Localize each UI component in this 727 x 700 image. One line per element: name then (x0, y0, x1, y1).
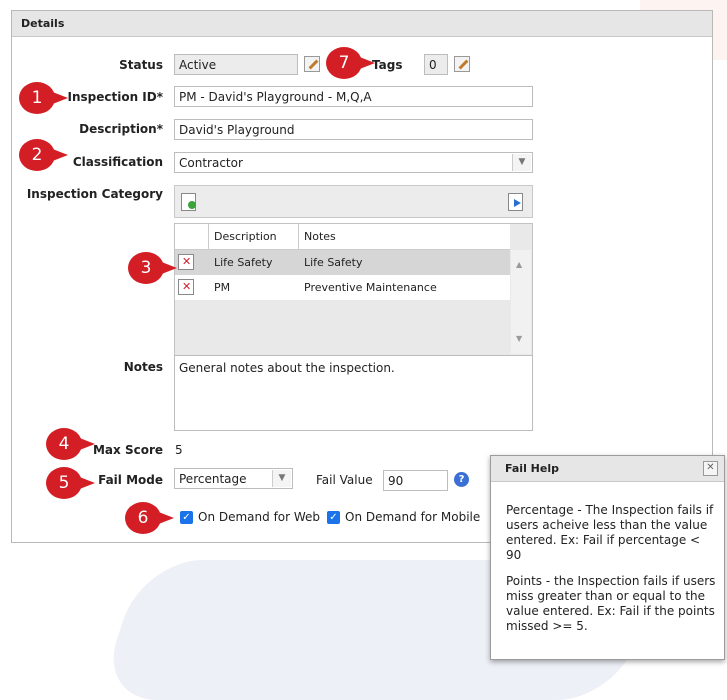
notes-textarea[interactable]: General notes about the inspection. (174, 355, 533, 431)
fail-value-input[interactable]: 90 (383, 470, 448, 491)
row-description: Life Safety (214, 256, 273, 269)
max-score-value: 5 (175, 443, 183, 457)
edit-tags-icon[interactable] (454, 56, 470, 72)
fail-value-label: Fail Value (316, 473, 373, 487)
row-notes: Life Safety (304, 256, 363, 269)
on-demand-mobile-label: On Demand for Mobile (345, 510, 481, 524)
grid-row-action (175, 250, 209, 275)
scroll-up-icon[interactable]: ▲ (516, 260, 522, 269)
add-category-icon[interactable] (181, 193, 196, 211)
status-field: Active (174, 54, 298, 75)
inspection-category-label: Inspection Category (26, 187, 163, 201)
fail-mode-select[interactable]: Percentage ▼ (174, 468, 293, 489)
fail-help-popup: Fail Help ✕ Percentage - The Inspection … (490, 455, 725, 660)
help-icon[interactable]: ? (454, 472, 469, 487)
category-grid: Description Notes Life Safety Life Safet… (174, 223, 533, 356)
callout-badge: 5 (46, 467, 95, 499)
on-demand-mobile-checkbox[interactable]: ✓ (327, 511, 340, 524)
row-notes: Preventive Maintenance (304, 281, 437, 294)
callout-badge: 1 (19, 82, 68, 114)
fail-mode-value: Percentage (179, 472, 247, 486)
callout-badge: 4 (46, 428, 95, 460)
callout-badge: 2 (19, 139, 68, 171)
grid-header-action (175, 224, 209, 249)
classification-value: Contractor (179, 156, 243, 170)
scroll-down-icon[interactable]: ▼ (516, 334, 522, 343)
description-input[interactable]: David's Playground (174, 119, 533, 140)
classification-select[interactable]: Contractor ▼ (174, 152, 533, 173)
grid-scrollbar[interactable]: ▲ ▼ (511, 250, 531, 354)
export-icon[interactable] (508, 193, 523, 211)
category-toolbar (174, 185, 533, 218)
column-header-notes[interactable]: Notes (299, 224, 510, 249)
inspection-id-input[interactable]: PM - David's Playground - M,Q,A (174, 86, 533, 107)
on-demand-web-checkbox[interactable]: ✓ (180, 511, 193, 524)
popup-title: Fail Help (491, 456, 724, 482)
column-header-description[interactable]: Description (209, 224, 299, 249)
fail-help-percentage-text: Percentage - The Inspection fails if use… (506, 503, 714, 562)
arrow-right-icon (514, 199, 521, 207)
tags-count-field: 0 (424, 54, 448, 75)
status-label: Status (119, 58, 163, 72)
row-description: PM (214, 281, 231, 294)
chevron-down-icon[interactable]: ▼ (272, 470, 291, 487)
callout-badge: 6 (125, 502, 174, 534)
callout-badge: 7 (326, 47, 375, 79)
on-demand-web-label: On Demand for Web (198, 510, 321, 524)
grid-row-action (175, 275, 209, 300)
grid-header: Description Notes (175, 224, 510, 250)
notes-label: Notes (123, 360, 163, 374)
delete-icon[interactable] (178, 279, 194, 295)
delete-icon[interactable] (178, 254, 194, 270)
panel-title: Details (12, 11, 712, 37)
fail-help-points-text: Points - the Inspection fails if users m… (506, 574, 716, 633)
table-row[interactable]: Life Safety Life Safety (175, 250, 510, 275)
description-label: Description* (79, 122, 163, 136)
edit-status-icon[interactable] (304, 56, 320, 72)
tags-label: Tags (372, 58, 403, 72)
plus-icon (188, 201, 196, 209)
callout-badge: 3 (128, 252, 177, 284)
chevron-down-icon[interactable]: ▼ (512, 154, 531, 171)
close-icon[interactable]: ✕ (703, 461, 718, 476)
table-row[interactable]: PM Preventive Maintenance (175, 275, 510, 300)
